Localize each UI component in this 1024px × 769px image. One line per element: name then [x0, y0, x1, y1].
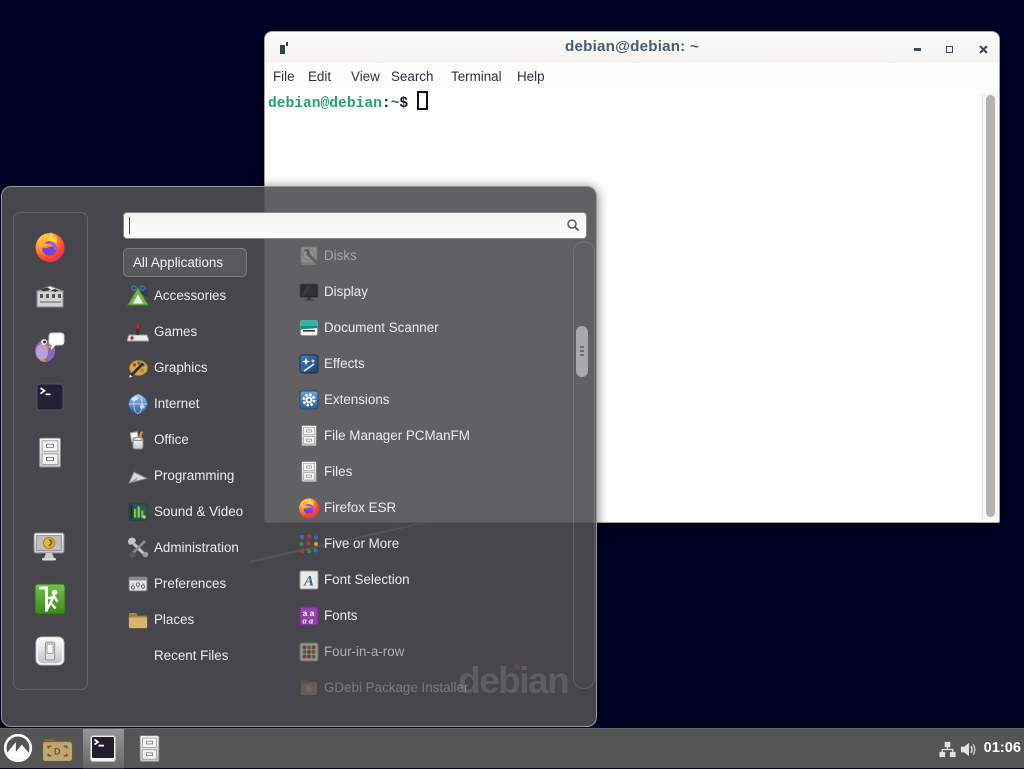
svg-text:D: D [54, 747, 61, 757]
